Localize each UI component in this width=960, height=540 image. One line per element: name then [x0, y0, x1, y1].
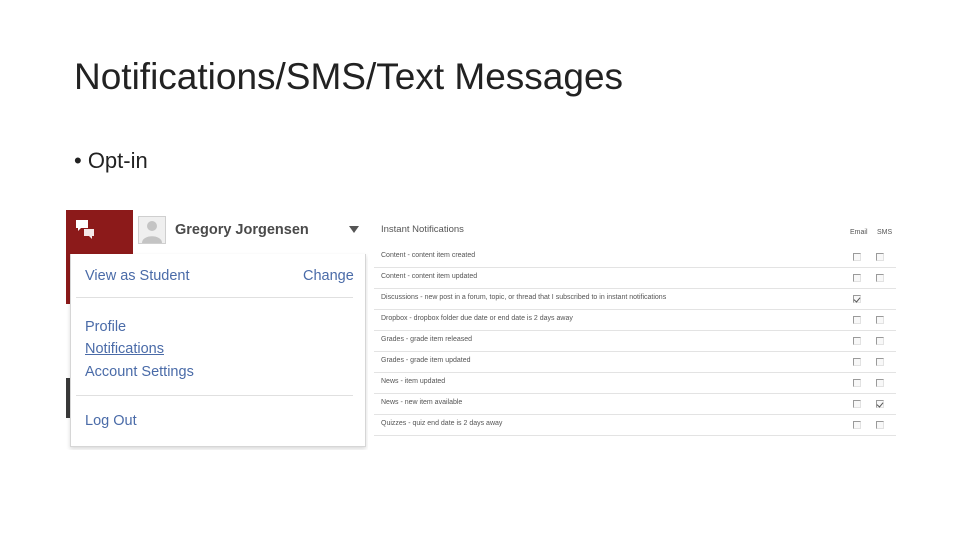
view-as-student-link[interactable]: View as Student: [85, 268, 190, 284]
slide-title: Notifications/SMS/Text Messages: [74, 56, 624, 97]
sms-checkbox[interactable]: [876, 337, 884, 345]
account-settings-link[interactable]: Account Settings: [85, 364, 194, 380]
email-checkbox[interactable]: [853, 379, 861, 387]
table-row: Content - content item created: [374, 247, 896, 268]
email-checkbox[interactable]: [853, 358, 861, 366]
notification-label: Grades - grade item updated: [381, 357, 471, 364]
table-row: News - item updated: [374, 373, 896, 394]
notification-label: Content - content item created: [381, 252, 476, 259]
user-silhouette-icon: [142, 221, 162, 243]
email-checkbox[interactable]: [853, 337, 861, 345]
email-checkbox[interactable]: [853, 421, 861, 429]
bullet-opt-in: • Opt-in: [74, 148, 148, 173]
notification-label: Grades - grade item released: [381, 336, 473, 343]
notification-label: Quizzes - quiz end date is 2 days away: [381, 420, 503, 427]
notification-label: News - item updated: [381, 378, 446, 385]
user-dropdown: View as Student Change Profile Notificat…: [70, 254, 366, 447]
avatar: [138, 216, 166, 244]
email-checkbox[interactable]: [853, 295, 861, 303]
sms-checkbox[interactable]: [876, 421, 884, 429]
divider: [76, 395, 353, 396]
table-row: Content - content item updated: [374, 268, 896, 289]
sms-checkbox[interactable]: [876, 316, 884, 324]
notification-label: Content - content item updated: [381, 273, 478, 280]
chevron-down-icon[interactable]: [349, 226, 359, 233]
log-out-link[interactable]: Log Out: [85, 413, 137, 429]
divider: [76, 297, 353, 298]
notifications-link[interactable]: Notifications: [85, 341, 164, 357]
brand-header-block: [66, 210, 133, 254]
email-checkbox[interactable]: [853, 253, 861, 261]
email-checkbox[interactable]: [853, 274, 861, 282]
profile-link[interactable]: Profile: [85, 319, 126, 335]
sms-checkbox[interactable]: [876, 253, 884, 261]
table-row: Grades - grade item updated: [374, 352, 896, 373]
sms-column-header: SMS: [877, 229, 893, 236]
user-name[interactable]: Gregory Jorgensen: [175, 222, 309, 238]
sms-checkbox[interactable]: [876, 400, 884, 408]
instant-notifications-screenshot: Instant Notifications Email SMS Content …: [374, 212, 896, 438]
chat-bubbles-icon[interactable]: [74, 217, 98, 241]
notification-label: Discussions - new post in a forum, topic…: [381, 294, 667, 301]
table-row: Discussions - new post in a forum, topic…: [374, 289, 896, 310]
notification-label: Dropbox - dropbox folder due date or end…: [381, 315, 573, 322]
sms-checkbox[interactable]: [876, 274, 884, 282]
table-row: Dropbox - dropbox folder due date or end…: [374, 310, 896, 331]
user-menu-screenshot: Gregory Jorgensen View as Student Change…: [66, 210, 368, 450]
table-row: Quizzes - quiz end date is 2 days away: [374, 415, 896, 436]
email-checkbox[interactable]: [853, 400, 861, 408]
notification-label: News - new item available: [381, 399, 463, 406]
user-bar[interactable]: Gregory Jorgensen: [133, 210, 368, 254]
email-checkbox[interactable]: [853, 316, 861, 324]
sms-checkbox[interactable]: [876, 358, 884, 366]
change-role-link[interactable]: Change: [303, 268, 354, 284]
sms-checkbox[interactable]: [876, 379, 884, 387]
email-column-header: Email: [850, 229, 868, 236]
table-row: Grades - grade item released: [374, 331, 896, 352]
instant-notifications-title: Instant Notifications: [381, 224, 464, 235]
table-row: News - new item available: [374, 394, 896, 415]
